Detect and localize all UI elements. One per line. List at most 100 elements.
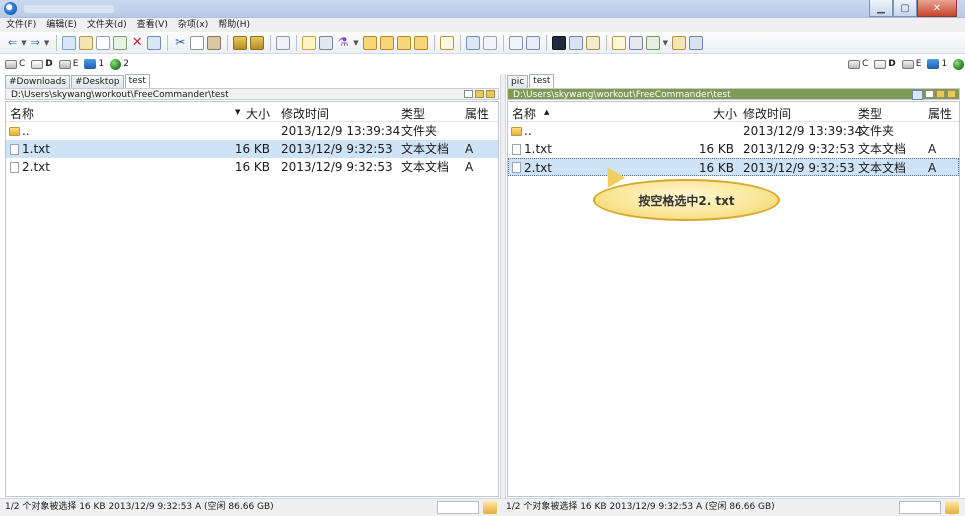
- column-attr[interactable]: 属性: [928, 105, 952, 122]
- list-item-1txt[interactable]: 1.txt 16 KB 2013/12/9 9:32:53 文本文档 A: [6, 140, 498, 158]
- column-name[interactable]: 名称: [512, 105, 536, 122]
- left-tab-bar: #Downloads #Desktop test: [5, 74, 151, 88]
- menu-edit[interactable]: 编辑(E): [46, 18, 77, 32]
- menu-view[interactable]: 查看(V): [137, 18, 168, 32]
- back-dropdown-icon[interactable]: ▼: [21, 39, 26, 47]
- menu-file[interactable]: 文件(F): [6, 18, 36, 32]
- edit-icon[interactable]: [79, 35, 94, 50]
- column-attr[interactable]: 属性: [465, 105, 489, 122]
- folder-up-icon[interactable]: [486, 90, 495, 98]
- details-view-icon[interactable]: [482, 35, 497, 50]
- file-icon[interactable]: [925, 90, 934, 98]
- history-icon[interactable]: [628, 35, 643, 50]
- right-path-bar[interactable]: D:\Users\skywang\workout\FreeCommander\t…: [507, 88, 960, 100]
- tab-desktop[interactable]: #Desktop: [70, 75, 124, 88]
- column-date[interactable]: 修改时间: [281, 105, 329, 122]
- move-file-icon[interactable]: [113, 35, 128, 50]
- cut-icon[interactable]: ✂: [173, 35, 187, 50]
- drive-c-button[interactable]: C: [5, 59, 25, 69]
- delete-icon[interactable]: ✕: [130, 36, 144, 50]
- status-text: 1/2 个对象被选择 16 KB 2013/12/9 9:32:53 A (空闲…: [506, 502, 775, 512]
- right-file-list[interactable]: 名称 ▲ 大小 修改时间 类型 属性 .. 2013/12/9 13:39:34…: [507, 101, 960, 497]
- column-date[interactable]: 修改时间: [743, 105, 791, 122]
- drive-d-button[interactable]: D: [874, 59, 896, 69]
- left-file-list[interactable]: 名称 ▼ 大小 修改时间 类型 属性 .. 2013/12/9 13:39:34…: [5, 101, 499, 497]
- file-type: 文件夹: [858, 124, 895, 138]
- tab-downloads[interactable]: #Downloads: [5, 75, 70, 88]
- folder-icon[interactable]: [475, 90, 484, 98]
- refresh-icon[interactable]: [525, 35, 540, 50]
- column-name[interactable]: 名称: [10, 105, 34, 122]
- quick-view-icon[interactable]: [508, 35, 523, 50]
- list-view-icon[interactable]: [465, 35, 480, 50]
- list-item-2txt[interactable]: 2.txt 16 KB 2013/12/9 9:32:53 文本文档 A: [6, 158, 498, 176]
- network-drive-2-button[interactable]: 2: [110, 58, 129, 70]
- forward-dropdown-icon[interactable]: ▼: [44, 39, 49, 47]
- folder-icon[interactable]: [936, 90, 945, 98]
- maximize-button[interactable]: ▢: [893, 0, 917, 17]
- drive-e-button[interactable]: E: [901, 59, 921, 69]
- new-folder-icon[interactable]: [302, 35, 317, 50]
- quick-filter-input[interactable]: [899, 501, 941, 514]
- folder-up-icon[interactable]: [947, 90, 956, 98]
- file-type: 文本文档: [401, 160, 450, 174]
- drive-c-button[interactable]: C: [848, 59, 868, 69]
- network-drive-2-button[interactable]: 2: [953, 58, 965, 70]
- tab-test[interactable]: test: [124, 74, 150, 88]
- folder-sync-icon[interactable]: [379, 35, 394, 50]
- list-item-parent[interactable]: .. 2013/12/9 13:39:34 文件夹: [508, 122, 959, 140]
- path-buttons: [910, 90, 956, 100]
- copy-file-icon[interactable]: [96, 35, 111, 50]
- quick-filter-input[interactable]: [437, 501, 479, 514]
- notes-icon[interactable]: [672, 35, 686, 50]
- unpack-icon[interactable]: [250, 35, 265, 50]
- list-item-2txt[interactable]: 2.txt 16 KB 2013/12/9 9:32:53 文本文档 A: [508, 158, 959, 176]
- close-button[interactable]: ✕: [917, 0, 957, 17]
- list-item-1txt[interactable]: 1.txt 16 KB 2013/12/9 9:32:53 文本文档 A: [508, 140, 959, 158]
- properties-icon[interactable]: [276, 35, 291, 50]
- tab-test[interactable]: test: [529, 74, 555, 88]
- file-icon[interactable]: [464, 90, 473, 98]
- list-item-parent[interactable]: .. 2013/12/9 13:39:34 文件夹: [6, 122, 498, 140]
- sync-icon[interactable]: [645, 35, 660, 50]
- column-size[interactable]: 大小: [246, 105, 270, 122]
- menu-folder[interactable]: 文件夹(d): [87, 18, 127, 32]
- pane-splitter[interactable]: [500, 74, 506, 498]
- column-type[interactable]: 类型: [858, 105, 882, 122]
- filter-dropdown-icon[interactable]: ▼: [353, 39, 358, 47]
- app-icon: [4, 2, 17, 15]
- network-drive-1-button[interactable]: 1: [84, 59, 104, 69]
- network-drive-1-button[interactable]: 1: [927, 59, 947, 69]
- menu-help[interactable]: 帮助(H): [218, 18, 250, 32]
- tree-icon[interactable]: [439, 35, 454, 50]
- drive-d-button[interactable]: D: [31, 59, 53, 69]
- filter-icon[interactable]: ⚗: [336, 35, 350, 50]
- settings-icon[interactable]: [568, 35, 583, 50]
- copy-icon[interactable]: [190, 35, 205, 50]
- forward-arrow-icon[interactable]: ⇒: [31, 36, 40, 50]
- tools-icon[interactable]: [585, 35, 600, 50]
- column-size[interactable]: 大小: [713, 105, 737, 122]
- folder-size-icon[interactable]: [413, 35, 428, 50]
- tab-pic[interactable]: pic: [507, 75, 529, 88]
- column-type[interactable]: 类型: [401, 105, 425, 122]
- pack-icon[interactable]: [233, 35, 248, 50]
- left-path-bar[interactable]: D:\Users\skywang\workout\FreeCommander\t…: [5, 88, 499, 100]
- menu-misc[interactable]: 杂项(x): [178, 18, 208, 32]
- favorites-icon[interactable]: [611, 35, 626, 50]
- quick-filter-icon[interactable]: [483, 501, 497, 514]
- back-arrow-icon[interactable]: ⇐: [8, 36, 17, 50]
- paste-icon[interactable]: [207, 35, 222, 50]
- quick-filter-icon[interactable]: [945, 501, 959, 514]
- minimize-button[interactable]: ▁: [869, 0, 893, 17]
- help-icon[interactable]: [689, 35, 703, 50]
- search-icon[interactable]: [319, 35, 334, 50]
- folder-compare-icon[interactable]: [396, 35, 411, 50]
- drive-e-button[interactable]: E: [58, 59, 78, 69]
- view-icon[interactable]: [62, 35, 77, 50]
- favorites-icon[interactable]: [912, 90, 923, 100]
- sync-dropdown-icon[interactable]: ▼: [663, 39, 668, 47]
- dos-prompt-icon[interactable]: [551, 35, 566, 50]
- rename-icon[interactable]: [147, 35, 162, 50]
- folder-icon[interactable]: [362, 35, 377, 50]
